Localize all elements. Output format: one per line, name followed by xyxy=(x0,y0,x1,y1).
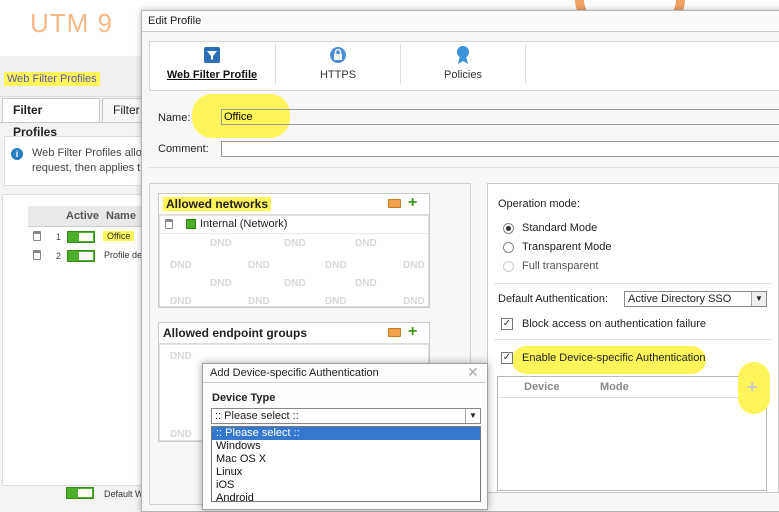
folder-icon[interactable] xyxy=(388,199,401,208)
active-toggle[interactable] xyxy=(67,250,95,262)
tab-https[interactable]: HTTPS xyxy=(276,41,400,89)
close-icon[interactable]: ✕ xyxy=(467,364,479,381)
comment-input[interactable] xyxy=(221,141,779,157)
ribbon-icon xyxy=(457,46,469,64)
allowed-networks-header: Allowed networks + xyxy=(159,194,429,215)
radio-transparent-mode[interactable] xyxy=(503,242,514,253)
full-transparent-label: Full transparent xyxy=(522,260,599,272)
section-divider xyxy=(149,167,779,168)
device-auth-label[interactable]: Enable Device-specific Authentication xyxy=(522,352,705,364)
block-access-label[interactable]: Block access on authentication failure xyxy=(522,318,706,330)
endpoint-groups-title: Allowed endpoint groups xyxy=(163,326,307,340)
default-auth-label: Default Authentication: xyxy=(498,293,609,305)
transparent-mode-label[interactable]: Transparent Mode xyxy=(522,241,611,253)
folder-icon[interactable] xyxy=(388,328,401,337)
row-number: 1 xyxy=(56,232,62,242)
list-item[interactable]: Internal (Network) xyxy=(160,216,428,234)
default-toggle[interactable] xyxy=(66,487,94,499)
chevron-down-icon[interactable]: ▼ xyxy=(465,409,480,423)
plus-icon[interactable]: + xyxy=(408,324,417,340)
col-device[interactable]: Device xyxy=(524,381,559,393)
plus-icon[interactable]: + xyxy=(408,195,417,211)
table-row[interactable]: 1 Office xyxy=(28,229,142,245)
trash-icon[interactable] xyxy=(33,250,41,260)
divider xyxy=(494,283,772,284)
row-name[interactable]: Office xyxy=(103,231,135,241)
tab-separator xyxy=(525,44,526,84)
name-input[interactable] xyxy=(221,109,779,125)
radio-full-transparent xyxy=(503,261,514,272)
tab-web-filter-profile[interactable]: Web Filter Profile xyxy=(150,41,274,89)
row-name[interactable]: Profile de xyxy=(104,250,142,260)
option-please-select[interactable]: :: Please select :: xyxy=(212,427,480,440)
device-auth-checkbox[interactable]: ✓ xyxy=(501,352,513,364)
tab-filter-profiles[interactable]: Filter Profiles xyxy=(2,98,100,139)
option-mac-os-x[interactable]: Mac OS X xyxy=(212,453,480,466)
name-label: Name: xyxy=(158,112,191,124)
tab-filter-actions[interactable]: Filter A xyxy=(102,98,142,122)
endpoint-groups-header: Allowed endpoint groups + xyxy=(159,323,429,344)
default-profile-label: Default W xyxy=(104,489,144,499)
info-icon: i xyxy=(11,148,23,160)
dialog-title: Edit Profile xyxy=(148,15,202,27)
info-text: Web Filter Profiles allow request, then … xyxy=(32,147,142,174)
divider xyxy=(494,339,772,340)
profiles-table-header: Active Name xyxy=(28,206,142,227)
default-auth-select[interactable]: Active Directory SSO ▼ xyxy=(624,291,767,307)
option-linux[interactable]: Linux xyxy=(212,466,480,479)
network-name: Internal (Network) xyxy=(200,218,288,230)
col-active[interactable]: Active xyxy=(66,210,99,222)
col-name[interactable]: Name xyxy=(106,210,136,222)
device-table-header: Device Mode xyxy=(498,377,766,398)
table-row[interactable]: 2 Profile de xyxy=(28,248,142,264)
filter-icon xyxy=(204,47,220,63)
allowed-networks-title: Allowed networks xyxy=(163,197,272,211)
device-type-select[interactable]: :: Please select :: ▼ xyxy=(211,408,481,424)
comment-label: Comment: xyxy=(158,143,209,155)
standard-mode-label[interactable]: Standard Mode xyxy=(522,222,597,234)
device-type-label: Device Type xyxy=(212,392,276,404)
plus-icon[interactable]: + xyxy=(747,378,758,396)
col-mode[interactable]: Mode xyxy=(600,381,629,393)
popup-title: Add Device-specific Authentication xyxy=(210,367,379,379)
active-toggle[interactable] xyxy=(67,231,95,243)
trash-icon[interactable] xyxy=(165,219,173,229)
dialog-titlebar xyxy=(142,11,779,32)
network-icon xyxy=(186,219,196,229)
block-access-checkbox[interactable]: ✓ xyxy=(501,318,513,330)
row-number: 2 xyxy=(56,251,62,261)
operation-mode-label: Operation mode: xyxy=(498,198,580,210)
lock-globe-icon xyxy=(330,47,346,63)
option-ios[interactable]: iOS xyxy=(212,479,480,492)
breadcrumb[interactable]: Web Filter Profiles xyxy=(4,72,100,86)
trash-icon[interactable] xyxy=(33,231,41,241)
chevron-down-icon[interactable]: ▼ xyxy=(751,292,766,306)
device-type-options: :: Please select :: Windows Mac OS X Lin… xyxy=(211,426,481,502)
app-logo: UTM 9 xyxy=(30,8,113,38)
option-windows[interactable]: Windows xyxy=(212,440,480,453)
tabs-divider xyxy=(0,122,142,123)
tab-policies[interactable]: Policies xyxy=(401,41,525,89)
radio-standard-mode[interactable] xyxy=(503,223,514,234)
popup-divider xyxy=(203,382,486,383)
option-android[interactable]: Android xyxy=(212,492,480,501)
